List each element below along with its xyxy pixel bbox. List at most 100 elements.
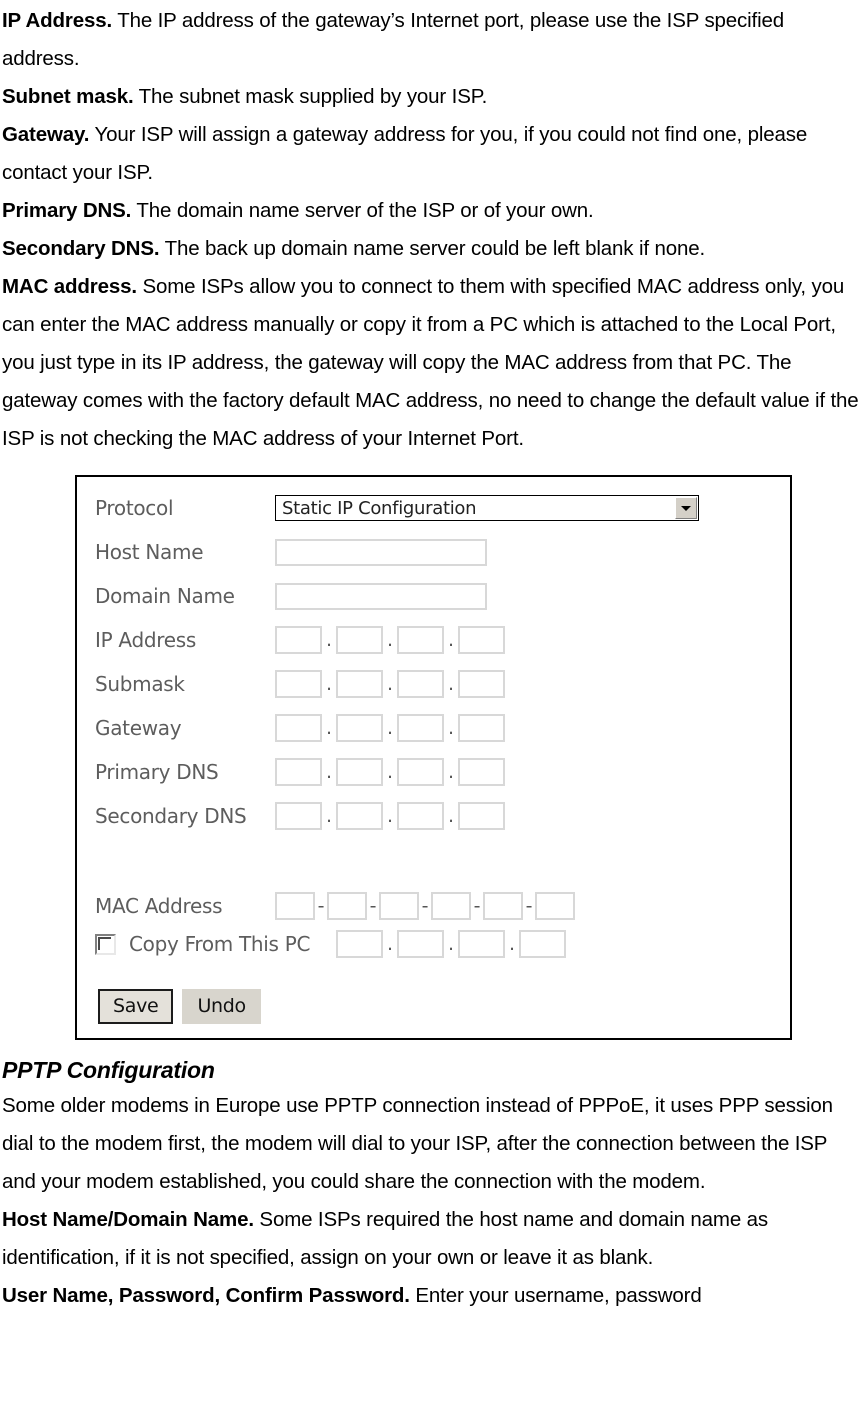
paragraph-primary-dns: Primary DNS. The domain name server of t… <box>2 192 862 230</box>
label-protocol: Protocol <box>95 496 174 520</box>
protocol-select-value: Static IP Configuration <box>282 497 477 519</box>
term-mac-address: MAC address. <box>2 275 137 298</box>
term-credentials: User Name, Password, Confirm Password. <box>2 1284 410 1307</box>
paragraph-pptp-intro: Some older modems in Europe use PPTP con… <box>2 1087 862 1201</box>
ip-address-octet-4[interactable] <box>458 626 505 654</box>
form-row-mac-address: MAC Address - - - - - <box>95 889 575 923</box>
body-ip-address: The IP address of the gateway’s Internet… <box>2 9 785 70</box>
label-gateway: Gateway <box>95 716 182 740</box>
form-row-host-name: Host Name <box>95 535 487 569</box>
secondary-dns-octets: . . . <box>275 802 505 830</box>
form-row-secondary-dns: Secondary DNS . . . <box>95 799 505 833</box>
mac-address-octet-4[interactable] <box>431 892 471 920</box>
paragraph-mac-address: MAC address. Some ISPs allow you to conn… <box>2 268 862 458</box>
label-domain-name: Domain Name <box>95 584 235 608</box>
octet-separator: . <box>386 717 394 739</box>
form-row-gateway: Gateway . . . <box>95 711 505 745</box>
form-row-submask: Submask . . . <box>95 667 505 701</box>
protocol-select[interactable]: Static IP Configuration <box>275 495 699 521</box>
mac-address-octet-2[interactable] <box>327 892 367 920</box>
paragraph-ip-address: IP Address. The IP address of the gatewa… <box>2 2 862 78</box>
form-row-protocol: Protocol Static IP Configuration <box>95 491 699 525</box>
mac-separator: - <box>473 895 481 917</box>
paragraph-gateway: Gateway. Your ISP will assign a gateway … <box>2 116 862 192</box>
ip-address-octet-1[interactable] <box>275 626 322 654</box>
label-secondary-dns: Secondary DNS <box>95 804 247 828</box>
octet-separator: . <box>325 717 333 739</box>
secondary-dns-octet-4[interactable] <box>458 802 505 830</box>
mac-address-octet-1[interactable] <box>275 892 315 920</box>
copy-from-pc-checkbox[interactable] <box>95 933 116 955</box>
secondary-dns-octet-3[interactable] <box>397 802 444 830</box>
octet-separator: . <box>447 805 455 827</box>
octet-separator: . <box>447 761 455 783</box>
body-subnet-mask: The subnet mask supplied by your ISP. <box>133 85 488 108</box>
form-actions: Save Undo <box>98 989 261 1024</box>
term-host-domain-name: Host Name/Domain Name. <box>2 1208 254 1231</box>
paragraph-credentials: User Name, Password, Confirm Password. E… <box>2 1277 862 1315</box>
prose-block-top: IP Address. The IP address of the gatewa… <box>0 0 864 458</box>
ip-address-octet-3[interactable] <box>397 626 444 654</box>
save-button[interactable]: Save <box>98 989 174 1024</box>
primary-dns-octets: . . . <box>275 758 505 786</box>
form-row-ip-address: IP Address . . . <box>95 623 505 657</box>
octet-separator: . <box>386 673 394 695</box>
term-secondary-dns: Secondary DNS. <box>2 237 160 260</box>
body-mac-address: Some ISPs allow you to connect to them w… <box>2 275 859 450</box>
copy-from-pc-octet-2[interactable] <box>397 930 444 958</box>
octet-separator: . <box>386 629 394 651</box>
label-primary-dns: Primary DNS <box>95 760 219 784</box>
submask-octet-1[interactable] <box>275 670 322 698</box>
submask-octet-3[interactable] <box>397 670 444 698</box>
octet-separator: . <box>325 673 333 695</box>
term-subnet-mask: Subnet mask. <box>2 85 134 108</box>
gateway-octets: . . . <box>275 714 505 742</box>
secondary-dns-octet-2[interactable] <box>336 802 383 830</box>
copy-from-pc-octet-1[interactable] <box>336 930 383 958</box>
term-ip-address: IP Address. <box>2 9 113 32</box>
primary-dns-octet-3[interactable] <box>397 758 444 786</box>
octet-separator: . <box>447 717 455 739</box>
label-mac-address: MAC Address <box>95 894 223 918</box>
ip-address-octet-2[interactable] <box>336 626 383 654</box>
copy-from-pc-group[interactable]: Copy From This PC <box>95 932 336 956</box>
submask-octet-4[interactable] <box>458 670 505 698</box>
mac-separator: - <box>317 895 325 917</box>
primary-dns-octet-1[interactable] <box>275 758 322 786</box>
paragraph-subnet-mask: Subnet mask. The subnet mask supplied by… <box>2 78 862 116</box>
mac-separator: - <box>525 895 533 917</box>
secondary-dns-octet-1[interactable] <box>275 802 322 830</box>
body-pptp-intro: Some older modems in Europe use PPTP con… <box>2 1094 833 1193</box>
label-ip-address: IP Address <box>95 628 196 652</box>
router-config-screenshot: Protocol Static IP Configuration Host Na… <box>75 475 792 1040</box>
mac-separator: - <box>369 895 377 917</box>
body-credentials: Enter your username, password <box>409 1284 702 1307</box>
gateway-octet-4[interactable] <box>458 714 505 742</box>
body-secondary-dns: The back up domain name server could be … <box>159 237 706 260</box>
form-row-copy-from-pc: Copy From This PC . . . <box>95 927 566 961</box>
gateway-octet-2[interactable] <box>336 714 383 742</box>
label-host-name: Host Name <box>95 540 204 564</box>
mac-address-octet-6[interactable] <box>535 892 575 920</box>
gateway-octet-1[interactable] <box>275 714 322 742</box>
gateway-octet-3[interactable] <box>397 714 444 742</box>
submask-octet-2[interactable] <box>336 670 383 698</box>
copy-from-pc-octet-4[interactable] <box>519 930 566 958</box>
undo-button[interactable]: Undo <box>182 989 261 1024</box>
mac-address-octet-3[interactable] <box>379 892 419 920</box>
body-primary-dns: The domain name server of the ISP or of … <box>131 199 594 222</box>
ip-address-octets: . . . <box>275 626 505 654</box>
domain-name-input[interactable] <box>275 582 487 610</box>
chevron-down-icon[interactable] <box>675 497 697 519</box>
host-name-input[interactable] <box>275 538 487 566</box>
paragraph-secondary-dns: Secondary DNS. The back up domain name s… <box>2 230 862 268</box>
octet-separator: . <box>386 805 394 827</box>
copy-from-pc-octet-3[interactable] <box>458 930 505 958</box>
octet-separator: . <box>325 629 333 651</box>
term-gateway: Gateway. <box>2 123 90 146</box>
mac-address-octet-5[interactable] <box>483 892 523 920</box>
octet-separator: . <box>325 761 333 783</box>
primary-dns-octet-2[interactable] <box>336 758 383 786</box>
primary-dns-octet-4[interactable] <box>458 758 505 786</box>
mac-address-octets: - - - - - <box>275 892 575 920</box>
